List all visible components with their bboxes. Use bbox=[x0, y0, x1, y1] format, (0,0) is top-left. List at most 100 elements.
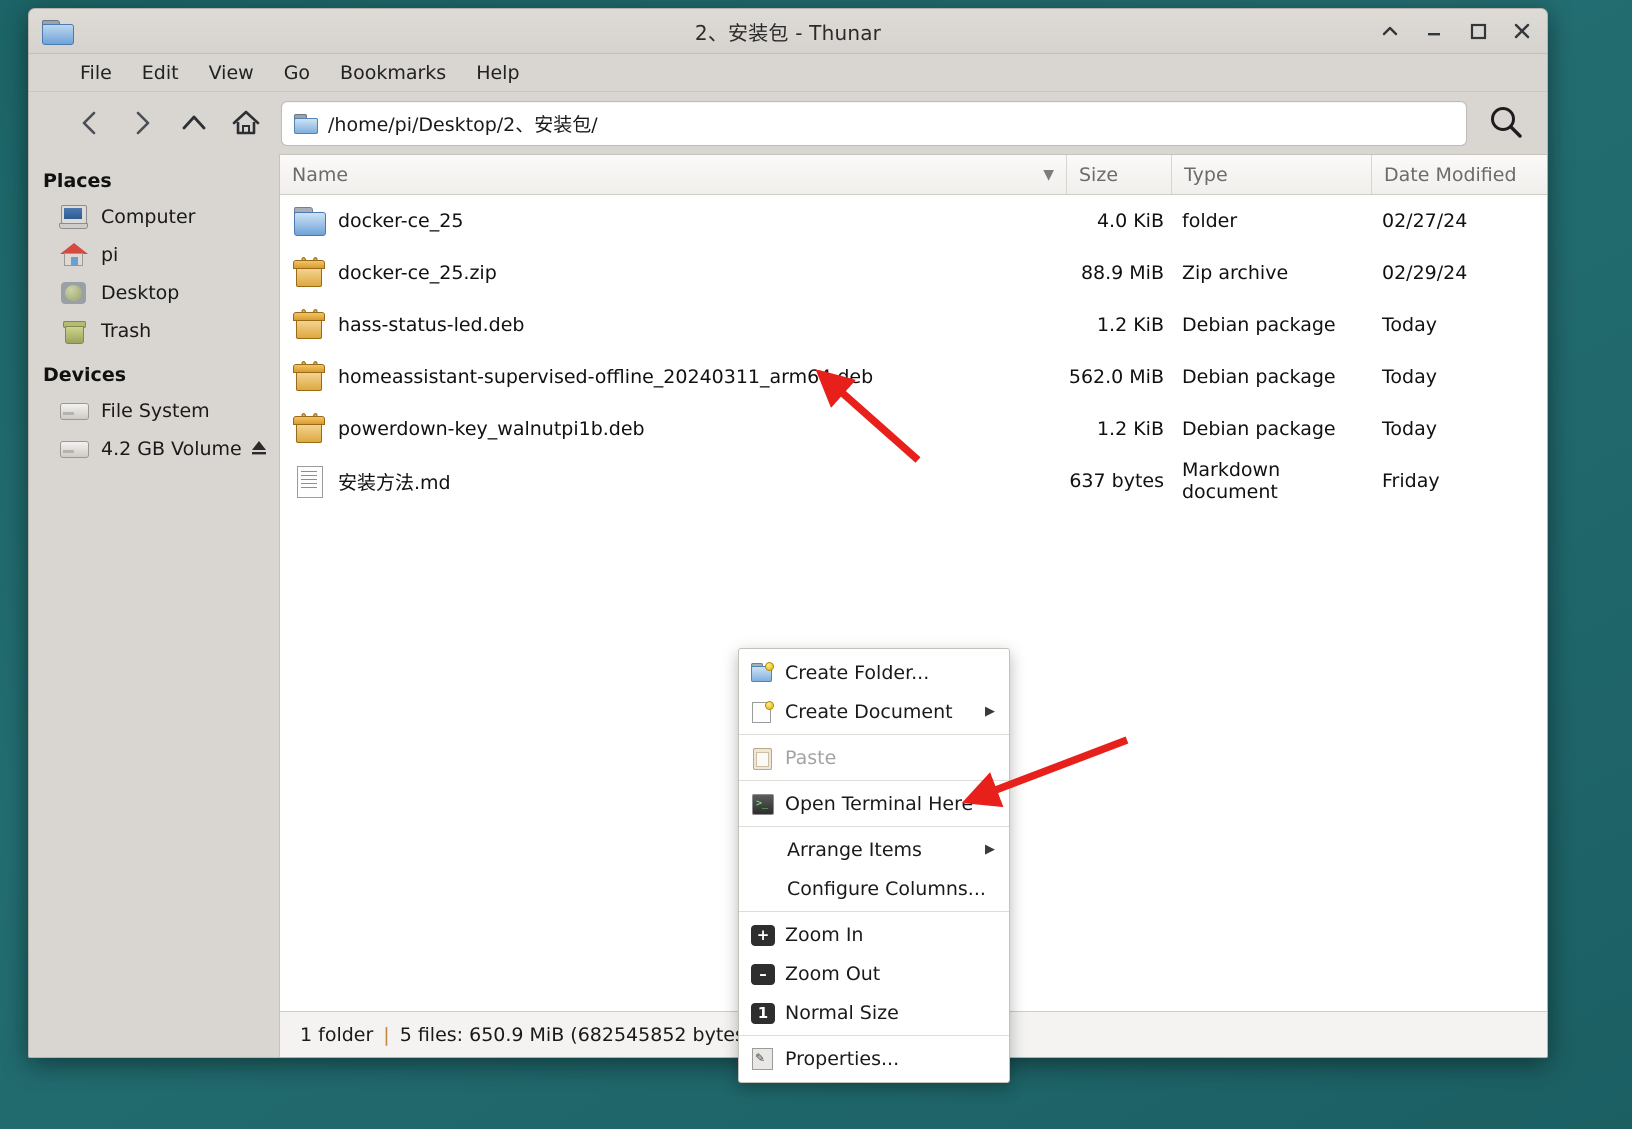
column-header-label: Date Modified bbox=[1384, 163, 1517, 186]
menu-go[interactable]: Go bbox=[273, 58, 321, 88]
forward-icon[interactable] bbox=[117, 101, 167, 145]
table-row[interactable]: docker-ce_25 4.0 KiB folder 02/27/24 bbox=[280, 195, 1547, 247]
submenu-arrow-icon: ▶ bbox=[985, 704, 995, 719]
package-icon bbox=[292, 308, 326, 342]
status-folder-count: 1 folder bbox=[300, 1023, 374, 1046]
package-icon bbox=[292, 256, 326, 290]
menu-separator bbox=[739, 911, 1009, 912]
menu-item-label: Open Terminal Here bbox=[785, 792, 974, 815]
menu-separator bbox=[739, 734, 1009, 735]
menu-file[interactable]: File bbox=[69, 58, 123, 88]
table-row[interactable]: powerdown-key_walnutpi1b.deb 1.2 KiB Deb… bbox=[280, 403, 1547, 455]
column-header-type[interactable]: Type bbox=[1172, 155, 1372, 194]
document-icon bbox=[292, 464, 326, 498]
zoom-in-icon: + bbox=[751, 924, 775, 946]
sidebar-places-header: Places bbox=[43, 170, 112, 192]
home-icon[interactable] bbox=[221, 101, 271, 145]
sidebar-item-pi[interactable]: pi bbox=[29, 236, 279, 274]
close-icon[interactable] bbox=[1511, 18, 1533, 44]
drive-icon bbox=[59, 435, 89, 463]
maximize-icon[interactable] bbox=[1467, 18, 1489, 44]
menu-item-open-terminal-here[interactable]: >_ Open Terminal Here bbox=[739, 784, 1009, 823]
file-size: 637 bytes bbox=[1069, 470, 1164, 492]
menu-item-normal-size[interactable]: 1 Normal Size bbox=[739, 993, 1009, 1032]
menu-item-label: Configure Columns... bbox=[787, 877, 986, 900]
menu-item-create-folder[interactable]: Create Folder... bbox=[739, 653, 1009, 692]
menu-separator bbox=[739, 826, 1009, 827]
sidebar-item-label: Desktop bbox=[101, 282, 180, 304]
up-icon[interactable] bbox=[169, 101, 219, 145]
computer-icon bbox=[59, 203, 89, 231]
file-type: Debian package bbox=[1182, 314, 1336, 336]
table-row[interactable]: docker-ce_25.zip 88.9 MiB Zip archive 02… bbox=[280, 247, 1547, 299]
menu-edit[interactable]: Edit bbox=[131, 58, 190, 88]
menu-item-configure-columns[interactable]: Configure Columns... bbox=[739, 869, 1009, 908]
sidebar-item-file-system[interactable]: File System bbox=[29, 392, 279, 430]
folder-icon bbox=[292, 204, 326, 238]
file-name-cell: 安装方法.md bbox=[280, 464, 1067, 498]
file-name-cell: homeassistant-supervised-offline_2024031… bbox=[280, 360, 1067, 394]
menu-item-paste[interactable]: Paste bbox=[739, 738, 1009, 777]
drive-icon bbox=[59, 397, 89, 425]
window-titlebar[interactable]: 2、安装包 - Thunar bbox=[29, 9, 1547, 54]
properties-icon: ✎ bbox=[751, 1047, 775, 1071]
menu-bookmarks[interactable]: Bookmarks bbox=[329, 58, 457, 88]
search-icon[interactable] bbox=[1479, 98, 1533, 148]
menu-item-label: Create Folder... bbox=[785, 661, 930, 684]
sidebar-item-label: Computer bbox=[101, 206, 196, 228]
window-title: 2、安装包 - Thunar bbox=[694, 20, 882, 45]
table-row[interactable]: 安装方法.md 637 bytes Markdown document Frid… bbox=[280, 455, 1547, 507]
menu-view[interactable]: View bbox=[198, 58, 265, 88]
places-sidebar: Places Computer pi Desktop Trash Devices… bbox=[29, 154, 279, 1057]
normal-size-icon: 1 bbox=[751, 1002, 775, 1024]
menu-item-properties[interactable]: ✎ Properties... bbox=[739, 1039, 1009, 1078]
new-document-icon bbox=[751, 700, 775, 724]
sidebar-item-label: File System bbox=[101, 400, 210, 422]
sidebar-item-label: pi bbox=[101, 244, 119, 266]
submenu-arrow-icon: ▶ bbox=[985, 842, 995, 857]
file-size: 1.2 KiB bbox=[1096, 314, 1164, 336]
file-name: docker-ce_25.zip bbox=[338, 262, 497, 284]
menu-help[interactable]: Help bbox=[465, 58, 530, 88]
eject-icon[interactable] bbox=[249, 437, 269, 461]
sidebar-item-computer[interactable]: Computer bbox=[29, 198, 279, 236]
file-name: docker-ce_25 bbox=[338, 210, 464, 232]
file-type: folder bbox=[1182, 210, 1238, 232]
sidebar-item-volume[interactable]: 4.2 GB Volume bbox=[29, 430, 279, 468]
sidebar-devices-header: Devices bbox=[43, 364, 127, 386]
location-path-bar[interactable]: /home/pi/Desktop/2、安装包/ bbox=[281, 100, 1467, 146]
table-row[interactable]: homeassistant-supervised-offline_2024031… bbox=[280, 351, 1547, 403]
file-type: Markdown document bbox=[1182, 459, 1281, 503]
menu-item-zoom-out[interactable]: – Zoom Out bbox=[739, 954, 1009, 993]
file-date: 02/29/24 bbox=[1382, 262, 1468, 284]
table-row[interactable]: hass-status-led.deb 1.2 KiB Debian packa… bbox=[280, 299, 1547, 351]
desktop-background: 2、安装包 - Thunar File Edit View Go Bookmar… bbox=[0, 0, 1632, 1129]
back-icon[interactable] bbox=[65, 101, 115, 145]
package-icon bbox=[292, 412, 326, 446]
shade-icon[interactable] bbox=[1379, 18, 1401, 44]
sidebar-item-desktop[interactable]: Desktop bbox=[29, 274, 279, 312]
file-date: 02/27/24 bbox=[1382, 210, 1468, 232]
sidebar-item-label: Trash bbox=[101, 320, 152, 342]
desktop-icon bbox=[59, 279, 89, 307]
file-size: 88.9 MiB bbox=[1080, 262, 1164, 284]
column-header-name[interactable]: Name ▼ bbox=[280, 155, 1067, 194]
file-name: 安装方法.md bbox=[338, 471, 451, 494]
minimize-icon[interactable] bbox=[1423, 18, 1445, 44]
column-header-label: Name bbox=[292, 163, 349, 186]
file-name-cell: docker-ce_25 bbox=[280, 204, 1067, 238]
menu-item-label: Arrange Items bbox=[787, 838, 922, 861]
menu-item-create-document[interactable]: Create Document ▶ bbox=[739, 692, 1009, 731]
file-size: 1.2 KiB bbox=[1096, 418, 1164, 440]
sidebar-item-trash[interactable]: Trash bbox=[29, 312, 279, 350]
status-separator: | bbox=[383, 1023, 390, 1046]
file-name-cell: docker-ce_25.zip bbox=[280, 256, 1067, 290]
menu-item-zoom-in[interactable]: + Zoom In bbox=[739, 915, 1009, 954]
menu-item-label: Zoom In bbox=[785, 923, 864, 946]
column-header-date-modified[interactable]: Date Modified bbox=[1372, 155, 1547, 194]
sidebar-item-label: 4.2 GB Volume bbox=[101, 438, 242, 460]
package-icon bbox=[292, 360, 326, 394]
column-header-size[interactable]: Size bbox=[1067, 155, 1172, 194]
menubar: File Edit View Go Bookmarks Help bbox=[29, 54, 1547, 92]
menu-item-arrange-items[interactable]: Arrange Items ▶ bbox=[739, 830, 1009, 869]
